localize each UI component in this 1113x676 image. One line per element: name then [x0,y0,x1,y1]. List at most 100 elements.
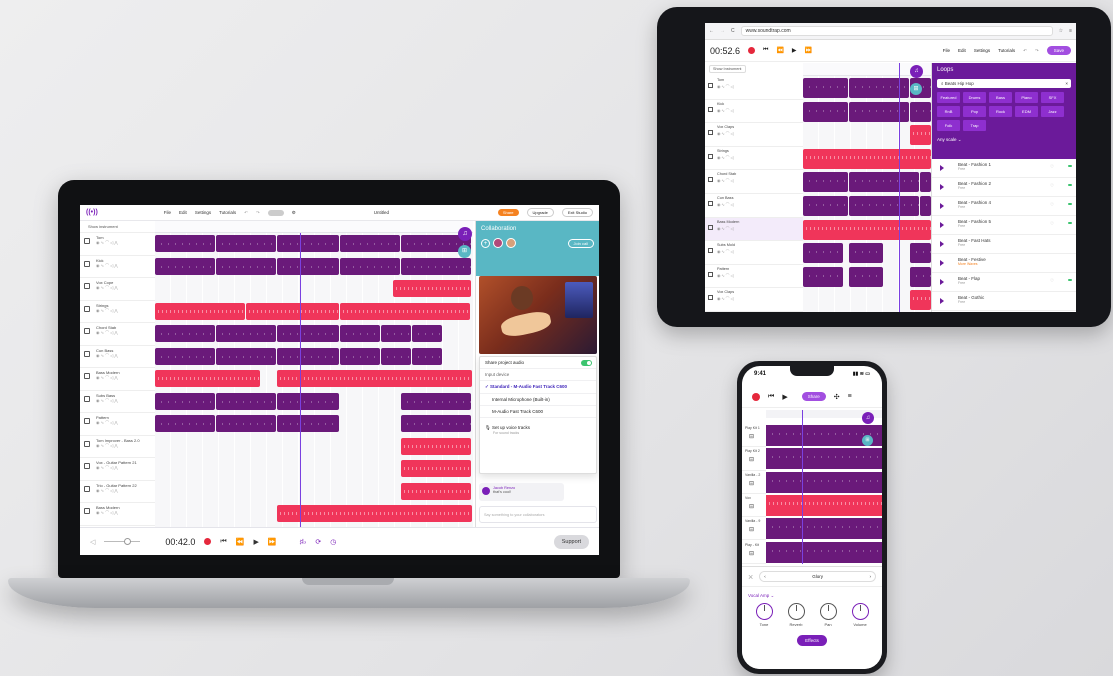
audio-clip[interactable] [766,541,882,563]
audio-clip[interactable] [340,235,400,252]
audio-clip[interactable] [155,370,260,387]
effects-button[interactable]: Effects [797,635,827,646]
music-note-fab-icon[interactable]: ♫ [910,65,923,78]
avatar[interactable] [493,238,503,248]
close-icon[interactable]: × [748,572,753,582]
metronome-icon[interactable]: ◷ [330,538,336,546]
menu-edit[interactable]: Edit [179,210,187,215]
track-header[interactable]: Bass Modern ◉ ∿ ⌒ ◁ ⋀ [80,368,155,391]
loop-category-chip[interactable]: Pop [963,106,986,117]
audio-clip[interactable] [277,505,472,522]
audio-clip[interactable] [381,325,411,342]
menu-file[interactable]: File [943,48,950,53]
loop-item[interactable]: Beat - Fashion 1 Free ♡ [932,159,1076,178]
track-header[interactable]: Strings ◉ ∿ ⌒ ◁ ⋀ [80,301,155,323]
audio-clip[interactable] [401,392,471,410]
track-header[interactable]: Subs Mold ◉ ∿ ⌒ ◁ [705,241,803,265]
audio-clip[interactable] [216,347,276,365]
loops-search-input[interactable]: ⌕ Beats Hip Hop × [937,79,1071,88]
record-button[interactable] [752,392,760,401]
playhead[interactable] [802,410,803,564]
track-header[interactable]: Pattern ◉ ∿ ⌒ ◁ [705,265,803,289]
playhead[interactable] [300,233,301,527]
audio-clip[interactable] [412,347,442,365]
loop-item[interactable]: Beat - Festive More Waves [932,254,1076,273]
audio-clip[interactable] [277,325,339,342]
arrangement-grid[interactable] [155,233,473,527]
audio-clip[interactable] [401,415,471,432]
loop-item[interactable]: Beat - Fast Hats Free [932,235,1076,254]
play-icon[interactable] [940,260,944,266]
track-header[interactable]: Vox ⊟ [742,494,766,518]
track-header[interactable]: Vox Claps ◉ ∿ ⌒ ◁ [705,288,803,312]
audio-clip[interactable] [277,235,339,252]
audio-clip[interactable] [803,172,848,193]
save-pill[interactable] [267,209,284,216]
device-option-1[interactable]: ✓ Standard - M-Audio Fast Track C600 [480,381,596,394]
share-button[interactable]: Share [497,209,519,216]
audio-clip[interactable] [766,494,882,516]
play-icon[interactable]: ▶ [792,47,797,54]
audio-clip[interactable] [155,347,215,365]
audio-clip[interactable] [920,172,931,193]
audio-clip[interactable] [849,266,883,287]
audio-clip[interactable] [401,437,471,455]
audio-clip[interactable] [155,392,215,410]
audio-clip[interactable] [277,257,339,275]
track-header[interactable]: Subs Bass ◉ ∿ ⌒ ◁ ⋀ [80,391,155,413]
undo-icon[interactable]: ↶ [1023,48,1027,54]
track-header[interactable]: Bass Modern ◉ ∿ ⌒ ◁ ⋀ [80,503,155,526]
audio-clip[interactable] [340,257,400,275]
audio-clip[interactable] [803,266,843,287]
project-title[interactable]: Untitled [374,210,389,215]
url-field[interactable]: www.soundtrap.com [740,26,1053,36]
loop-icon[interactable]: ⟳ [315,538,321,546]
record-button[interactable] [748,47,756,54]
loop-category-chip[interactable]: EDM [1015,106,1038,117]
forward-icon[interactable]: → [720,28,725,34]
volume-knob-icon[interactable] [124,538,132,545]
device-option-3[interactable]: M-Audio Fast Track C600 [480,406,596,418]
menu-edit[interactable]: Edit [958,48,966,53]
music-note-fab-icon[interactable]: ♫ [862,412,874,424]
track-header[interactable]: Strings ◉ ∿ ⌒ ◁ [705,147,803,171]
track-header[interactable]: Cun Bass ◉ ∿ ⌒ ◁ [705,194,803,218]
audio-clip[interactable] [412,325,442,342]
back-icon[interactable]: ← [709,28,714,34]
instrument-fab-icon[interactable]: ⊞ [910,83,922,95]
skip-start-icon[interactable]: ⏮ [768,393,774,401]
menu-settings[interactable]: Settings [974,48,990,53]
track-header[interactable]: Bass Modern ◉ ∿ ⌒ ◁ [705,217,803,242]
audio-clip[interactable] [393,280,471,297]
audio-clip[interactable] [155,235,215,252]
show-instrument-toggle[interactable]: Show instrument [80,221,155,233]
tuner-icon[interactable]: ♯♭ [300,538,307,546]
mixer-icon[interactable]: ✣ [834,393,840,401]
track-header[interactable]: Play Kit 1 ⊟ [742,424,766,448]
audio-clip[interactable] [910,125,931,146]
audio-clip[interactable] [155,257,215,275]
instrument-selector[interactable]: ‹ Glory › [759,571,876,582]
loop-item[interactable]: Beat - Flap Free ♡ [932,273,1076,292]
loop-item[interactable]: Beat - Fashion 4 Free ♡ [932,197,1076,216]
audio-clip[interactable] [766,448,882,470]
audio-clip[interactable] [803,196,848,216]
audio-clip[interactable] [401,257,471,275]
play-icon[interactable]: ▶ [253,538,258,546]
audio-clip[interactable] [216,392,276,410]
audio-clip[interactable] [803,219,931,240]
audio-clip[interactable] [381,347,411,365]
play-icon[interactable] [940,165,944,171]
chevron-right-icon[interactable]: › [870,574,872,579]
add-collaborator-icon[interactable]: + [481,238,490,248]
browser-menu-icon[interactable]: ≡ [1069,28,1072,34]
audio-clip[interactable] [277,370,472,387]
audio-clip[interactable] [849,196,919,216]
audio-clip[interactable] [155,325,215,342]
audio-clip[interactable] [155,302,245,320]
arrangement-grid[interactable] [803,63,931,312]
play-icon[interactable] [940,279,944,285]
share-audio-toggle[interactable] [581,360,592,366]
audio-clip[interactable] [766,471,882,493]
share-button[interactable]: Share [801,392,826,401]
